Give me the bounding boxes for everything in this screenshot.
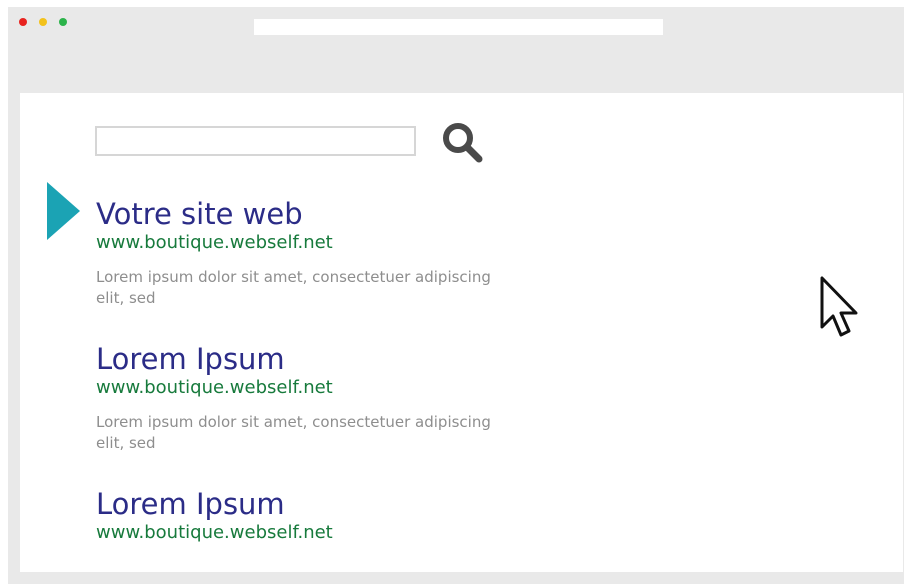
magnifier-icon [443, 123, 483, 163]
result-url-link[interactable]: www.boutique.webself.net [96, 522, 333, 544]
result-description: Lorem ipsum dolor sit amet, consectetuer… [96, 268, 491, 307]
search-result: Lorem Ipsum www.boutique.webself.net [96, 487, 333, 544]
result-title-link[interactable]: Lorem Ipsum [96, 487, 333, 521]
mouse-pointer-icon [819, 275, 861, 339]
result-url-link[interactable]: www.boutique.webself.net [96, 232, 496, 254]
address-bar[interactable] [254, 19, 663, 35]
search-button[interactable] [440, 120, 486, 166]
search-result: Votre site web www.boutique.webself.net … [96, 197, 496, 309]
selected-result-indicator-icon [47, 182, 80, 240]
result-title-link[interactable]: Votre site web [96, 197, 496, 231]
minimize-window-button[interactable] [39, 18, 47, 26]
search-result: Lorem Ipsum www.boutique.webself.net Lor… [96, 342, 496, 454]
browser-window: Votre site web www.boutique.webself.net … [8, 7, 904, 584]
search-input[interactable] [95, 126, 416, 156]
result-url-link[interactable]: www.boutique.webself.net [96, 377, 496, 399]
search-results-page: Votre site web www.boutique.webself.net … [20, 93, 903, 572]
result-title-link[interactable]: Lorem Ipsum [96, 342, 496, 376]
result-description: Lorem ipsum dolor sit amet, consectetuer… [96, 413, 491, 452]
maximize-window-button[interactable] [59, 18, 67, 26]
close-window-button[interactable] [19, 18, 27, 26]
